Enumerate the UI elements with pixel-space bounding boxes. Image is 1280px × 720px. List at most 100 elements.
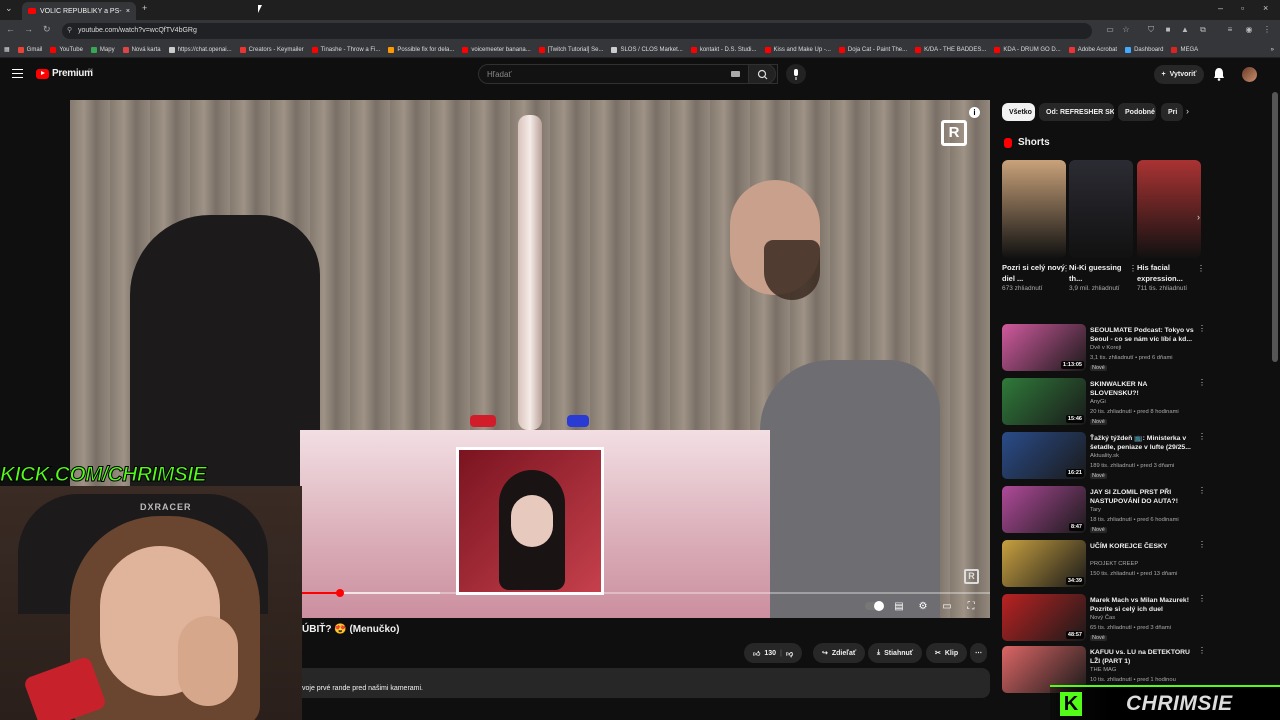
video-description[interactable]: voje prvé rande pred našimi kamerami. xyxy=(294,668,990,698)
new-tab-icon[interactable]: + xyxy=(142,3,147,13)
recommended-video[interactable]: 8:47 JAY SI ZLOMIL PRST PŘI NASTUPOVÁNÍ D… xyxy=(1002,486,1206,536)
extension-blue-icon[interactable]: ■ xyxy=(1163,25,1173,35)
filter-chip[interactable]: Podobné xyxy=(1118,103,1156,121)
filter-chip[interactable]: Od: REFRESHER SK xyxy=(1039,103,1114,121)
channel-name[interactable]: THE MAG xyxy=(1090,667,1116,673)
browser-menu-icon[interactable]: ⋮ xyxy=(1262,25,1272,35)
download-button[interactable]: ⤓ Stiahnuť xyxy=(868,643,923,663)
back-icon[interactable]: ← xyxy=(6,24,15,34)
dislike-button[interactable]: 👎︎ xyxy=(786,649,793,658)
bookmark-item[interactable]: Gmail xyxy=(17,46,42,53)
bookmark-item[interactable]: voicemeeter banana... xyxy=(462,46,531,53)
bookmark-item[interactable]: Doja Cat - Paint The... xyxy=(838,46,907,53)
bookmark-item[interactable]: Nová karta xyxy=(122,46,161,53)
cast-icon[interactable]: ▭ xyxy=(1105,25,1115,35)
channel-name[interactable]: Nový Čas xyxy=(1090,615,1115,621)
autoplay-toggle[interactable] xyxy=(865,601,884,611)
video-divider-panel xyxy=(518,115,542,430)
short-more-icon[interactable]: ⋮ xyxy=(1197,264,1205,273)
bookmark-item[interactable]: YouTube xyxy=(50,46,83,53)
bookmark-item[interactable]: K/DA - THE BADDES... xyxy=(915,46,986,53)
search-button[interactable] xyxy=(748,64,776,84)
short-more-icon[interactable]: ⋮ xyxy=(1129,264,1137,273)
recommended-video[interactable]: 1:13:05 SEOULMATE Podcast: Tokyo vs Seoul… xyxy=(1002,324,1206,374)
channel-name[interactable]: Aktuality.sk xyxy=(1090,453,1119,459)
profile-icon[interactable]: ◉ xyxy=(1244,25,1254,35)
bookmark-item[interactable]: Adobe Acrobat xyxy=(1068,46,1117,53)
video-more-icon[interactable]: ⋮ xyxy=(1198,378,1206,387)
shorts-shelf-header: Shorts xyxy=(1004,137,1050,148)
share-button[interactable]: ↪ Zdieľať xyxy=(813,643,866,663)
short-card[interactable]: Pozri si celý nový diel ... 673 zhliadnut… xyxy=(1002,160,1070,294)
video-more-icon[interactable]: ⋮ xyxy=(1198,594,1206,603)
account-avatar[interactable] xyxy=(1242,67,1257,82)
extension-shield-icon[interactable]: ⛉ xyxy=(1146,25,1156,35)
profile-panel-icon[interactable]: ≡ xyxy=(1225,25,1235,35)
url-field[interactable]: ⚲ youtube.com/watch?v=wcQfTV4bGRg xyxy=(62,23,1092,39)
minimize-icon[interactable]: – xyxy=(1218,3,1223,13)
recommended-video[interactable]: 34:39 UČÍM KOREJCE ČESKY PROJEKT CREEP 150 … xyxy=(1002,540,1206,590)
like-button[interactable]: 👍︎ xyxy=(753,649,760,658)
bookmark-star-icon[interactable]: ☆ xyxy=(1121,25,1131,35)
fullscreen-icon[interactable]: ⛶ xyxy=(964,601,978,612)
bookmark-item[interactable]: https://chat.openai... xyxy=(168,46,232,53)
bookmark-item[interactable]: [Twitch Tutorial] Se... xyxy=(538,46,603,53)
info-icon[interactable]: i xyxy=(969,107,980,118)
bookmark-item[interactable]: Mapy xyxy=(90,46,115,53)
filter-chip[interactable]: Pri xyxy=(1161,103,1183,121)
channel-name[interactable]: Dvě v Koreji xyxy=(1090,345,1121,351)
bookmark-item[interactable]: Kiss and Make Up -... xyxy=(764,46,831,53)
tab-close-icon[interactable]: × xyxy=(126,8,130,15)
plus-icon: + xyxy=(1161,71,1166,78)
bookmark-item[interactable]: SLOS / CLOS Market... xyxy=(611,46,683,53)
bookmark-item[interactable]: Tinashe - Throw a Fi... xyxy=(311,46,380,53)
channel-name[interactable]: AnyGi xyxy=(1090,399,1106,405)
bookmark-item[interactable]: Possible fix for dela... xyxy=(388,46,454,53)
chips-next-icon[interactable]: › xyxy=(1186,106,1189,116)
voice-search-button[interactable] xyxy=(786,64,806,84)
recommended-video[interactable]: 48:57 Marek Mach vs Milan Mazurek! Pozrit… xyxy=(1002,594,1206,644)
extensions-puzzle-icon[interactable]: ⧉ xyxy=(1198,25,1208,35)
keyboard-icon[interactable] xyxy=(731,71,740,77)
video-more-icon[interactable]: ⋮ xyxy=(1198,486,1206,495)
recommended-video[interactable]: 15:46 SKINWALKER NA SLOVENSKU?! AnyGi 20 ti… xyxy=(1002,378,1206,428)
video-more-icon[interactable]: ⋮ xyxy=(1198,646,1206,655)
tab-list-icon[interactable]: ⌄ xyxy=(5,3,13,14)
short-card[interactable]: Ni-Ki guessing th... 3,9 mil. zhliadnutí ⋮ xyxy=(1069,160,1137,294)
site-info-icon[interactable]: ⚲ xyxy=(67,26,72,34)
theater-mode-icon[interactable]: ▭ xyxy=(940,601,954,612)
shorts-next-icon[interactable]: › xyxy=(1197,212,1200,222)
recommended-video[interactable]: 16:21 Ťažký týždeň 📺: Ministerka v šetadl… xyxy=(1002,432,1206,482)
channel-name[interactable]: PROJEKT CREEP xyxy=(1090,561,1138,567)
filter-chip[interactable]: Všetko xyxy=(1002,103,1035,121)
short-card[interactable]: His facial expression... 711 tis. zhliadn… xyxy=(1137,160,1205,294)
clip-button[interactable]: ✂ Klip xyxy=(926,643,968,663)
notifications-bell-icon[interactable] xyxy=(1213,67,1225,81)
maximize-icon[interactable]: ▫ xyxy=(1241,3,1244,13)
settings-gear-icon[interactable]: ⚙ xyxy=(916,601,930,612)
bookmark-item[interactable]: Dashboard xyxy=(1125,46,1163,53)
reload-icon[interactable]: ↻ xyxy=(43,24,51,35)
bookmark-item[interactable]: KDA - DRUM GO D... xyxy=(994,46,1061,53)
browser-tab-active[interactable]: VOLIČ REPUBLIKY a PS-ka. Dok × xyxy=(22,2,136,20)
video-more-icon[interactable]: ⋮ xyxy=(1198,324,1206,333)
apps-grid-icon[interactable]: ▦ xyxy=(4,46,10,53)
subtitles-icon[interactable]: ▤ xyxy=(892,601,906,612)
forward-icon[interactable]: → xyxy=(24,24,33,34)
bookmark-item[interactable]: Creators - Keymailer xyxy=(239,46,304,53)
hamburger-menu-icon[interactable] xyxy=(12,69,23,78)
bookmarks-overflow-icon[interactable]: » xyxy=(1271,47,1280,53)
close-window-icon[interactable]: × xyxy=(1263,3,1268,13)
more-actions-button[interactable]: ⋯ xyxy=(970,643,987,663)
bookmark-favicon-icon xyxy=(690,46,697,53)
channel-name[interactable]: Tary xyxy=(1090,507,1101,513)
channel-branding-icon[interactable]: R xyxy=(964,569,979,584)
page-scrollbar[interactable] xyxy=(1272,92,1278,362)
video-more-icon[interactable]: ⋮ xyxy=(1198,432,1206,441)
bookmark-item[interactable]: kontakt - D.S. Studi... xyxy=(690,46,757,53)
bookmark-item[interactable]: MEGA xyxy=(1171,46,1198,53)
extension-triangle-icon[interactable]: ▲ xyxy=(1180,25,1190,35)
create-button[interactable]: + Vytvoriť xyxy=(1154,65,1204,84)
video-more-icon[interactable]: ⋮ xyxy=(1198,540,1206,549)
youtube-premium-logo[interactable]: Premium xyxy=(36,68,93,79)
